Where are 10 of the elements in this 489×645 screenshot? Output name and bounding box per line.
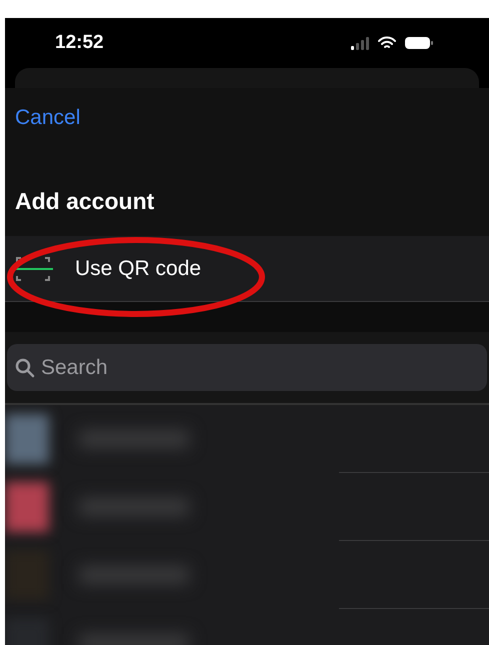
signal-icon	[350, 36, 370, 50]
battery-icon	[404, 36, 434, 50]
sheet-title: Add account	[15, 186, 156, 216]
qr-code-option[interactable]: Use QR code	[5, 236, 489, 302]
status-time: 12:52	[55, 30, 104, 55]
search-icon	[15, 358, 35, 378]
wifi-icon	[378, 36, 396, 50]
cancel-button[interactable]: Cancel	[15, 102, 80, 134]
qr-scan-icon	[13, 254, 53, 282]
search-field[interactable]: Search	[7, 344, 487, 391]
